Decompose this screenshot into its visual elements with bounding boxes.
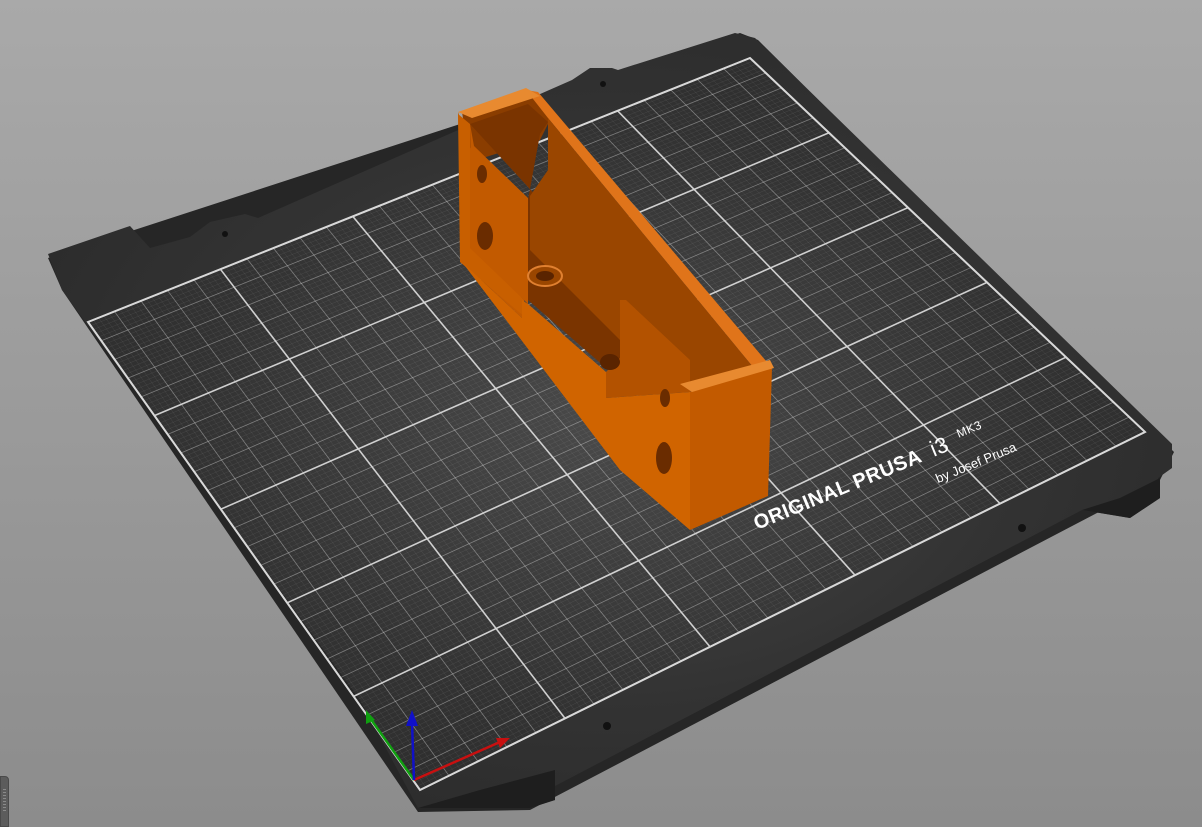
bed-mount-hole	[603, 722, 611, 730]
model-hole-2	[477, 222, 493, 250]
bed-mount-hole	[222, 231, 228, 237]
model-hole-1	[477, 165, 487, 183]
model-hole-3	[660, 389, 670, 407]
model-boss-hole	[536, 271, 554, 281]
collapse-handle-icon[interactable]	[0, 776, 9, 827]
model-slot	[600, 354, 620, 370]
handle-grip	[3, 789, 6, 813]
model-hole-4	[656, 442, 672, 474]
3d-viewport[interactable]: ORIGINAL PRUSA i3 MK3 by Josef Prusa	[0, 0, 1202, 827]
bed-mount-hole	[600, 81, 606, 87]
bed-mount-hole	[1018, 524, 1026, 532]
